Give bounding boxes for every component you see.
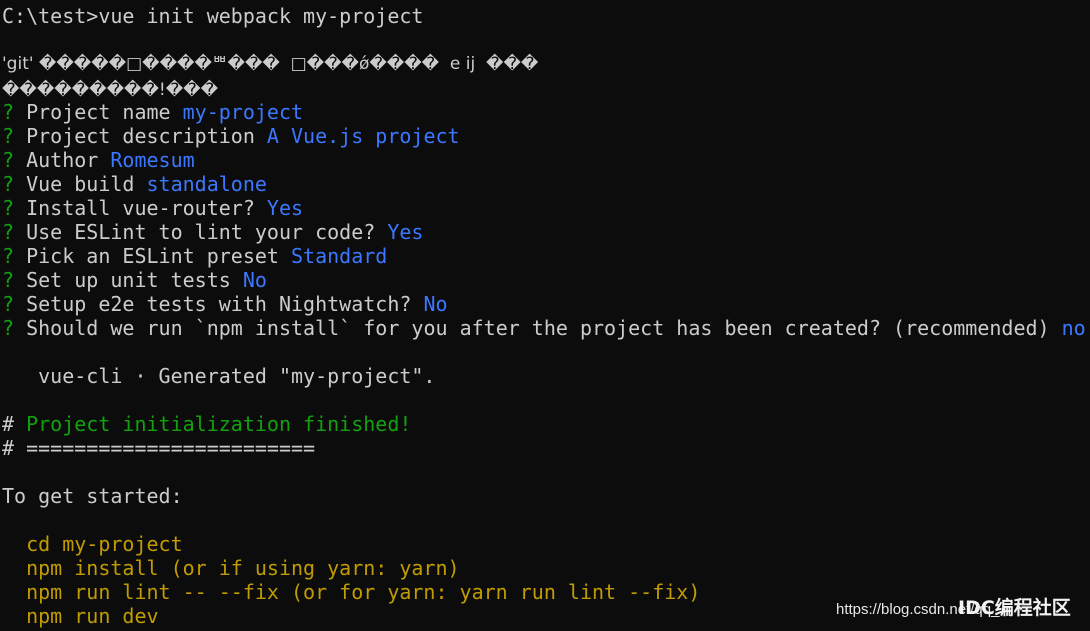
hash-mark: # xyxy=(2,436,15,460)
question-line: ? Setup e2e tests with Nightwatch? No xyxy=(2,292,448,316)
garbled-output-line-1: 'git' �����□����ᄈ��� □���ǿ���� e ij ��� xyxy=(2,54,539,74)
question-label: Setup e2e tests with Nightwatch? xyxy=(14,292,424,316)
question-mark: ? xyxy=(2,316,15,340)
question-answer: Standard xyxy=(291,244,388,268)
question-answer: no xyxy=(1061,316,1086,340)
step-line: npm run lint -- --fix (or for yarn: yarn… xyxy=(2,580,701,604)
question-answer: standalone xyxy=(146,172,267,196)
question-mark: ? xyxy=(2,292,15,316)
command-text: vue init webpack my-project xyxy=(98,4,424,28)
question-label: Project name xyxy=(14,100,183,124)
question-label: Author xyxy=(14,148,111,172)
watermark-logo: IDC编程社区 xyxy=(958,597,1071,619)
question-mark: ? xyxy=(2,244,15,268)
finished-message: # Project initialization finished! xyxy=(2,412,411,436)
separator-line: # ======================== xyxy=(2,436,315,460)
finished-text: Project initialization finished! xyxy=(14,412,412,436)
question-line: ? Author Romesum xyxy=(2,148,195,172)
question-line: ? Use ESLint to lint your code? Yes xyxy=(2,220,423,244)
generated-message: vue-cli · Generated "my-project". xyxy=(2,364,436,388)
question-label: Pick an ESLint preset xyxy=(14,244,291,268)
question-label: Use ESLint to lint your code? xyxy=(14,220,388,244)
question-line: ? Set up unit tests No xyxy=(2,268,267,292)
question-label: Install vue-router? xyxy=(14,196,267,220)
get-started-heading: To get started: xyxy=(2,484,183,508)
question-label: Vue build xyxy=(14,172,147,196)
question-label: Set up unit tests xyxy=(14,268,243,292)
separator-text: ======================== xyxy=(14,436,316,460)
hash-mark: # xyxy=(2,412,15,436)
question-mark: ? xyxy=(2,124,15,148)
question-line: ? Should we run `npm install` for you af… xyxy=(2,316,1086,340)
question-mark: ? xyxy=(2,220,15,244)
question-mark: ? xyxy=(2,148,15,172)
question-line: ? Project name my-project xyxy=(2,100,303,124)
question-line: ? Pick an ESLint preset Standard xyxy=(2,244,387,268)
question-mark: ? xyxy=(2,196,15,220)
question-mark: ? xyxy=(2,100,15,124)
command-line: C:\test>vue init webpack my-project xyxy=(2,4,423,28)
question-label: Project description xyxy=(14,124,267,148)
step-line: npm run dev xyxy=(2,604,159,628)
question-answer: A Vue.js project xyxy=(266,124,460,148)
question-answer: Yes xyxy=(387,220,424,244)
question-line: ? Install vue-router? Yes xyxy=(2,196,303,220)
question-answer: No xyxy=(242,268,267,292)
question-mark: ? xyxy=(2,172,15,196)
question-answer: Romesum xyxy=(110,148,195,172)
question-label: Should we run `npm install` for you afte… xyxy=(14,316,1062,340)
prompt: C:\test> xyxy=(2,4,99,28)
question-line: ? Vue build standalone xyxy=(2,172,267,196)
question-answer: No xyxy=(423,292,448,316)
step-line: npm install (or if using yarn: yarn) xyxy=(2,556,460,580)
garbled-output-line-2: ���������!��� xyxy=(2,80,218,100)
question-answer: my-project xyxy=(182,100,304,124)
step-line: cd my-project xyxy=(2,532,183,556)
question-mark: ? xyxy=(2,268,15,292)
question-answer: Yes xyxy=(266,196,304,220)
question-line: ? Project description A Vue.js project xyxy=(2,124,460,148)
